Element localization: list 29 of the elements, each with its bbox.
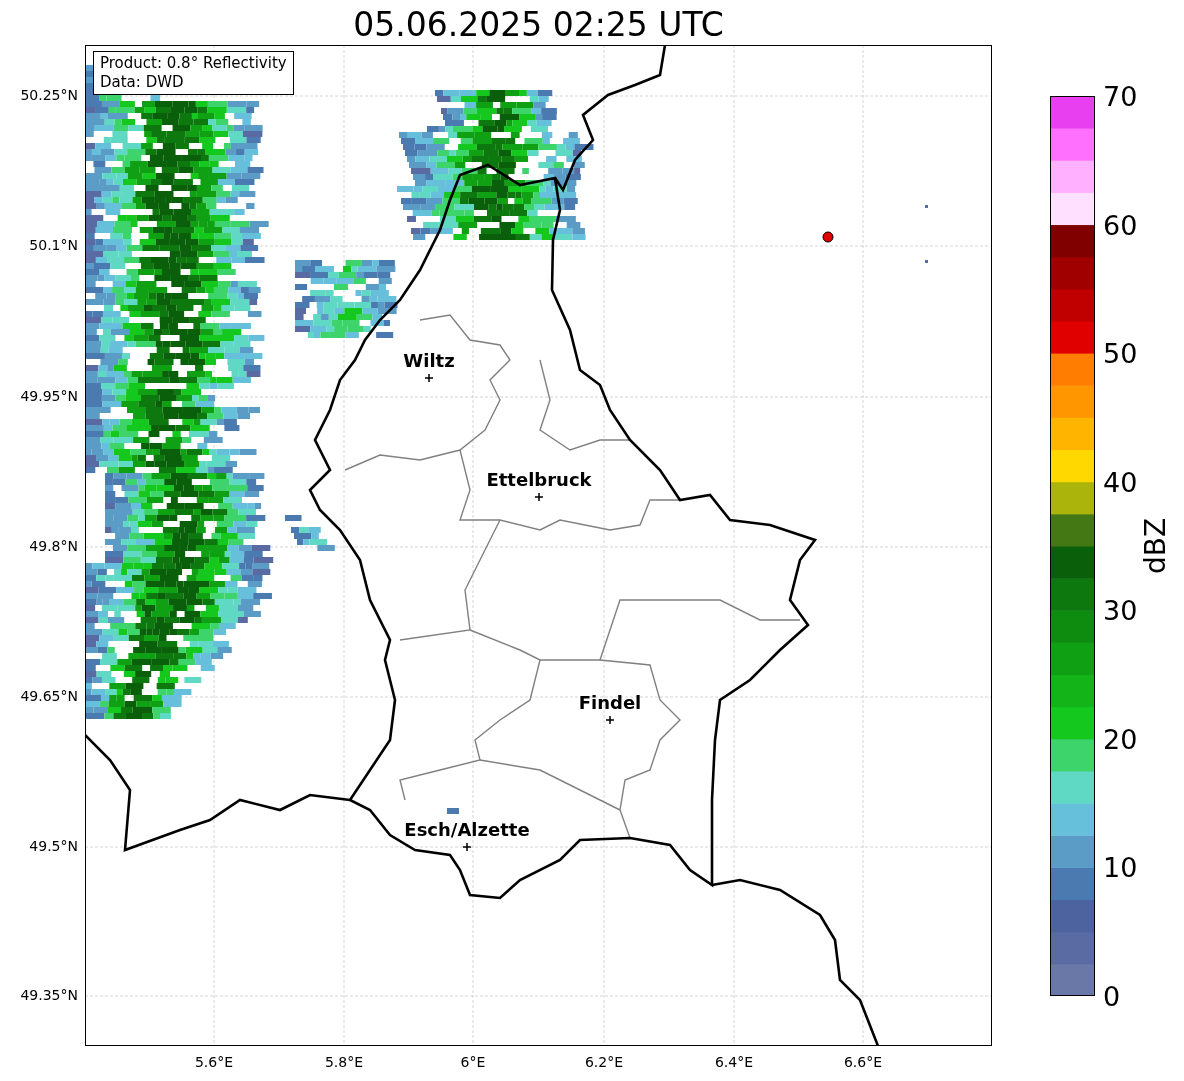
longitude-label: 6.6°E bbox=[843, 1054, 883, 1070]
colorbar-label: dBZ bbox=[1138, 517, 1172, 575]
colorbar-tick-label: 50 bbox=[1103, 337, 1138, 369]
longitude-label: 6.4°E bbox=[714, 1054, 754, 1070]
colorbar-tick-label: 60 bbox=[1103, 209, 1138, 241]
longitude-label: 5.8°E bbox=[324, 1054, 364, 1070]
colorbar-tick-label: 10 bbox=[1103, 851, 1138, 883]
city-label: Wiltz bbox=[403, 350, 455, 371]
city-label: Findel bbox=[578, 692, 642, 713]
colorbar-tick-label: 0 bbox=[1103, 980, 1121, 1012]
latitude-label: 49.5°N bbox=[29, 838, 78, 854]
latitude-label: 49.95°N bbox=[20, 388, 78, 404]
colorbar-tick-label: 70 bbox=[1103, 80, 1138, 112]
city-label: Ettelbruck bbox=[486, 469, 592, 490]
latitude-label: 50.1°N bbox=[29, 237, 78, 253]
chart-title: 05.06.2025 02:25 UTC bbox=[352, 4, 725, 45]
longitude-label: 6°E bbox=[460, 1054, 486, 1070]
longitude-label: 5.6°E bbox=[194, 1054, 234, 1070]
latitude-label: 50.25°N bbox=[20, 87, 78, 103]
colorbar-tick-label: 40 bbox=[1103, 466, 1138, 498]
longitude-label: 6.2°E bbox=[584, 1054, 624, 1070]
colorbar-tick-label: 30 bbox=[1103, 594, 1138, 626]
latitude-label: 49.35°N bbox=[20, 987, 78, 1003]
colorbar-tick-label: 20 bbox=[1103, 723, 1138, 755]
latitude-label: 49.65°N bbox=[20, 688, 78, 704]
latitude-label: 49.8°N bbox=[29, 538, 78, 554]
city-label: Esch/Alzette bbox=[404, 819, 530, 840]
info-text: Data: DWD bbox=[100, 73, 185, 92]
info-text: Product: 0.8° Reflectivity bbox=[100, 54, 287, 73]
